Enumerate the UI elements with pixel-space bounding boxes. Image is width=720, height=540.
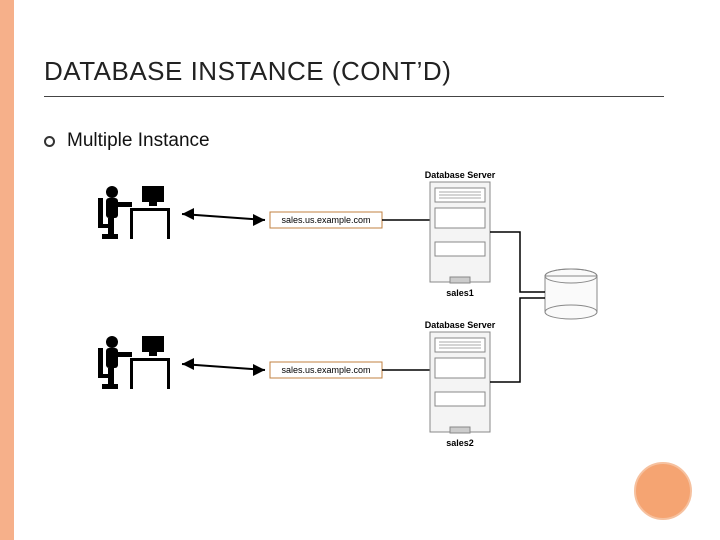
accent-circle-icon (634, 462, 692, 520)
connector-line (490, 232, 545, 292)
bullet-item: Multiple Instance (44, 130, 210, 152)
server-caption: sales2 (446, 438, 474, 448)
hostname-box: sales.us.example.com (270, 212, 382, 228)
server-icon (430, 332, 490, 433)
server-icon (430, 182, 490, 283)
hostname-label: sales.us.example.com (281, 215, 370, 225)
title-underline (44, 96, 664, 97)
accent-stripe (0, 0, 14, 540)
connector-line (490, 298, 545, 382)
architecture-diagram: sales.us.example.com Database Server sal… (90, 170, 650, 470)
server-heading: Database Server (425, 320, 496, 330)
user-icon (98, 336, 170, 389)
arrow-icon (182, 358, 265, 376)
server-caption: sales1 (446, 288, 474, 298)
ring-bullet-icon (44, 136, 55, 147)
bullet-text: Multiple Instance (67, 130, 210, 152)
hostname-label: sales.us.example.com (281, 365, 370, 375)
user-icon (98, 186, 170, 239)
database-icon (545, 269, 597, 319)
server-heading: Database Server (425, 170, 496, 180)
slide-title: DATABASE INSTANCE (CONT’D) (44, 56, 451, 87)
arrow-icon (182, 208, 265, 226)
hostname-box: sales.us.example.com (270, 362, 382, 378)
